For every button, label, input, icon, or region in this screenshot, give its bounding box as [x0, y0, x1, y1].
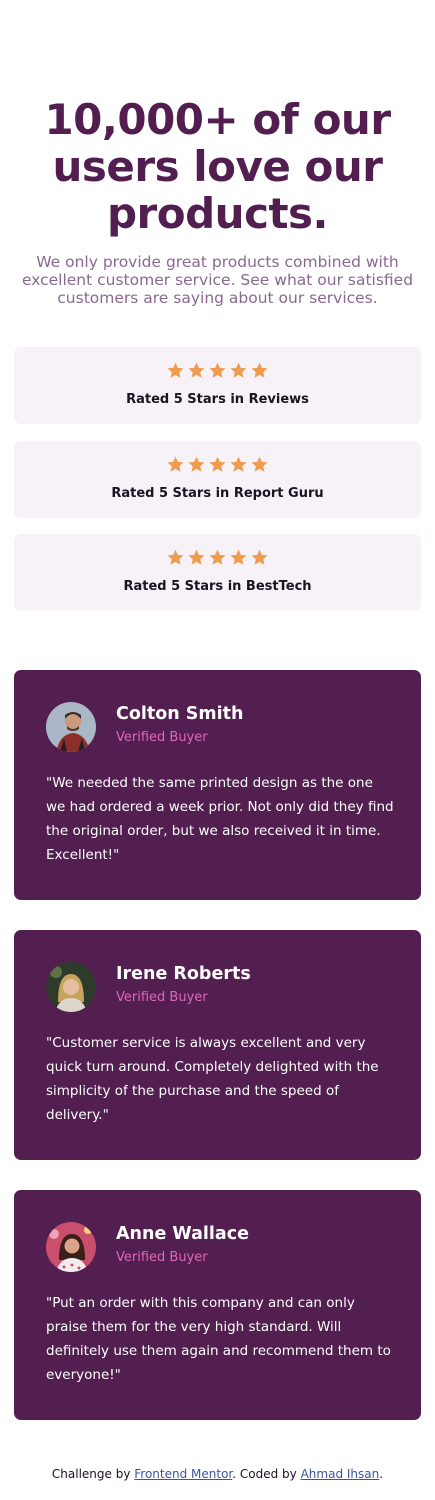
star-icon — [230, 456, 247, 472]
avatar-irene-image — [46, 962, 96, 1012]
attribution: Challenge by Frontend Mentor. Coded by A… — [0, 1467, 435, 1481]
star-icon — [188, 456, 205, 472]
testimonial-quote: "Customer service is always excellent an… — [46, 1035, 379, 1123]
reviewer-name: Colton Smith — [116, 704, 244, 724]
attribution-prefix: Challenge by — [51, 1467, 135, 1481]
star-icon — [251, 549, 268, 565]
star-icon — [167, 456, 184, 472]
star-rating — [14, 456, 421, 476]
star-icon — [167, 362, 184, 378]
star-icon — [209, 456, 226, 472]
verified-buyer-badge: Verified Buyer — [116, 990, 208, 1005]
star-icon — [188, 549, 205, 565]
star-icon — [230, 549, 247, 565]
rating-label: Rated 5 Stars in BestTech — [123, 579, 312, 594]
verified-buyer-badge: Verified Buyer — [116, 730, 208, 745]
rating-label: Rated 5 Stars in Reviews — [126, 392, 309, 407]
attribution-suffix: . — [379, 1467, 384, 1481]
rating-card-besttech: Rated 5 Stars in BestTech — [14, 534, 421, 611]
verified-buyer-badge: Verified Buyer — [116, 1250, 208, 1265]
reviewer-name: Anne Wallace — [116, 1224, 249, 1244]
avatar — [46, 1222, 96, 1272]
avatar-anne-image — [46, 1222, 96, 1272]
reviewer-name: Irene Roberts — [116, 964, 251, 984]
star-icon — [167, 549, 184, 565]
avatar — [46, 702, 96, 752]
page-subtitle: We only provide great products combined … — [21, 253, 414, 307]
rating-card-report-guru: Rated 5 Stars in Report Guru — [14, 441, 421, 518]
avatar-colton-image — [46, 702, 96, 752]
star-icon — [230, 362, 247, 378]
testimonial-card-anne: Anne Wallace Verified Buyer "Put an orde… — [14, 1190, 421, 1420]
testimonial-card-colton: Colton Smith Verified Buyer "We needed t… — [14, 670, 421, 900]
author-link[interactable]: Ahmad Ihsan — [301, 1467, 380, 1481]
frontend-mentor-link[interactable]: Frontend Mentor — [134, 1467, 232, 1481]
star-rating — [14, 362, 421, 382]
star-icon — [188, 362, 205, 378]
star-icon — [209, 549, 226, 565]
testimonial-quote: "We needed the same printed design as th… — [46, 775, 394, 863]
star-icon — [209, 362, 226, 378]
page-title: 10,000+ of our users love our products. — [44, 95, 391, 238]
attribution-middle: . Coded by — [232, 1467, 301, 1481]
rating-label: Rated 5 Stars in Report Guru — [111, 486, 324, 501]
star-icon — [251, 362, 268, 378]
star-icon — [251, 456, 268, 472]
star-rating — [14, 549, 421, 569]
testimonial-quote: "Put an order with this company and can … — [46, 1295, 391, 1383]
testimonial-card-irene: Irene Roberts Verified Buyer "Customer s… — [14, 930, 421, 1160]
rating-card-reviews: Rated 5 Stars in Reviews — [14, 347, 421, 424]
avatar — [46, 962, 96, 1012]
